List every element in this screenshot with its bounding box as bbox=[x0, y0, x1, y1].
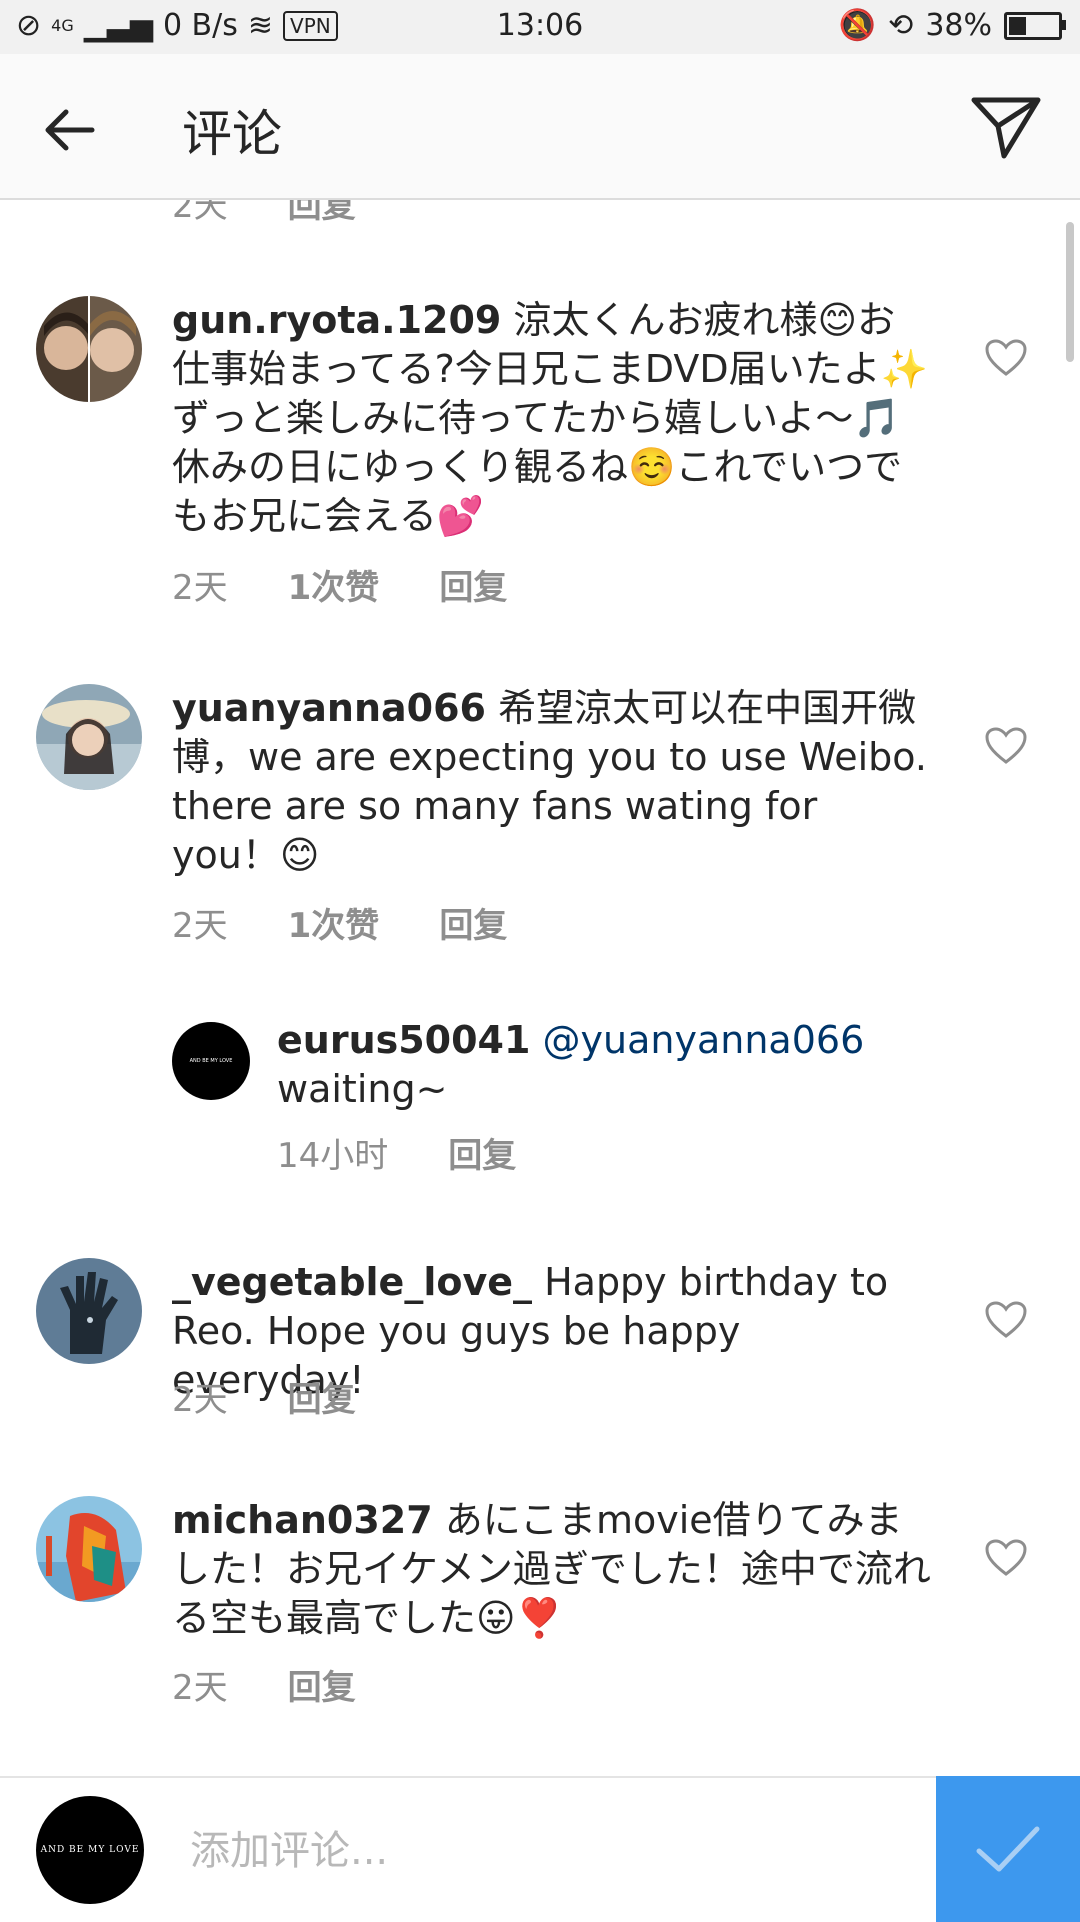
comment-text: eurus50041 @yuanyanna066 waiting~ bbox=[277, 1016, 917, 1114]
reply-button[interactable]: 回复 bbox=[288, 200, 356, 227]
comment-time: 14小时 bbox=[277, 1136, 389, 1176]
reply-button[interactable]: 回复 bbox=[448, 1128, 516, 1177]
avatar-logo-text: AND BE MY LOVE bbox=[189, 1058, 233, 1064]
post-comment-button[interactable] bbox=[936, 1776, 1080, 1922]
avatar-logo-text: AND BE MY LOVE bbox=[40, 1845, 140, 1855]
header: 评论 bbox=[0, 54, 1080, 200]
comment-time: 2天 bbox=[172, 1668, 228, 1708]
checkmark-icon bbox=[976, 1826, 1040, 1872]
comment-username[interactable]: eurus50041 bbox=[277, 1018, 530, 1062]
comment-time: 2天 bbox=[172, 568, 228, 608]
status-bar: ⊘ 4G ▁▃▅ 0 B/s ≋ VPN 13:06 🔕 ⟲ 38% bbox=[0, 0, 1080, 54]
battery-percent: 38% bbox=[925, 8, 992, 43]
reply-button[interactable]: 回复 bbox=[288, 1372, 356, 1421]
page-title: 评论 bbox=[182, 105, 282, 163]
heart-icon bbox=[985, 1539, 1027, 1576]
comment-time: 2天 bbox=[172, 1380, 228, 1420]
likes-count[interactable]: 1次赞 bbox=[288, 560, 380, 609]
comment-text: michan0327 あにこまmovie借りてみました！お兄イケメン過ぎでした！… bbox=[172, 1496, 932, 1643]
reply-button[interactable]: 回复 bbox=[439, 560, 507, 609]
scrollbar[interactable] bbox=[1066, 222, 1074, 362]
comment-body: waiting~ bbox=[277, 1067, 448, 1111]
comment-time: 2天 bbox=[172, 200, 228, 226]
comment-composer: AND BE MY LOVE bbox=[0, 1776, 1080, 1922]
heart-icon bbox=[985, 1301, 1027, 1338]
comment-username[interactable]: gun.ryota.1209 bbox=[172, 298, 501, 342]
like-button[interactable] bbox=[984, 1300, 1028, 1340]
comment-input[interactable] bbox=[188, 1814, 912, 1888]
comment-time: 2天 bbox=[172, 906, 228, 946]
avatar[interactable] bbox=[36, 1496, 142, 1602]
avatar[interactable]: AND BE MY LOVE bbox=[172, 1022, 250, 1100]
comment-username[interactable]: _vegetable_love_ bbox=[172, 1260, 532, 1304]
comments-list[interactable]: 2天 回复 gun.ryota.1209 涼太くんお疲れ様😊お仕事始まってる?今… bbox=[0, 200, 1080, 1776]
comment-text: yuanyanna066 希望涼太可以在中国开微博，we are expecti… bbox=[172, 684, 932, 880]
mention-link[interactable]: @yuanyanna066 bbox=[543, 1018, 865, 1062]
comment-text: gun.ryota.1209 涼太くんお疲れ様😊お仕事始まってる?今日兄こまDV… bbox=[172, 296, 932, 541]
rotation-lock-icon: ⟲ bbox=[888, 8, 914, 43]
like-button[interactable] bbox=[984, 1538, 1028, 1578]
likes-count[interactable]: 1次赞 bbox=[288, 898, 380, 947]
like-button[interactable] bbox=[984, 338, 1028, 378]
reply-button[interactable]: 回复 bbox=[439, 898, 507, 947]
battery-icon bbox=[1004, 11, 1066, 40]
mute-icon: 🔕 bbox=[838, 8, 877, 43]
heart-icon bbox=[985, 727, 1027, 764]
heart-icon bbox=[985, 339, 1027, 376]
avatar[interactable] bbox=[36, 684, 142, 790]
like-button[interactable] bbox=[984, 726, 1028, 766]
avatar[interactable] bbox=[36, 296, 142, 402]
comment-username[interactable]: yuanyanna066 bbox=[172, 686, 486, 730]
my-avatar: AND BE MY LOVE bbox=[36, 1796, 144, 1904]
avatar[interactable] bbox=[36, 1258, 142, 1364]
status-right: 🔕 ⟲ 38% bbox=[838, 8, 1066, 43]
reply-button[interactable]: 回复 bbox=[288, 1660, 356, 1709]
comment-meta: 2天 1次赞 回复 bbox=[172, 560, 507, 609]
comment-meta: 2天 回复 bbox=[172, 1660, 356, 1709]
arrow-left-icon bbox=[45, 109, 95, 151]
comment-meta-partial: 2天 回复 bbox=[172, 200, 356, 227]
share-button[interactable] bbox=[968, 92, 1044, 162]
comment-meta: 2天 1次赞 回复 bbox=[172, 898, 507, 947]
back-button[interactable] bbox=[40, 100, 100, 160]
comment-meta: 14小时 回复 bbox=[277, 1128, 516, 1177]
comment-username[interactable]: michan0327 bbox=[172, 1498, 433, 1542]
paper-plane-icon bbox=[971, 97, 1041, 159]
comment-meta: 2天 回复 bbox=[172, 1372, 356, 1421]
